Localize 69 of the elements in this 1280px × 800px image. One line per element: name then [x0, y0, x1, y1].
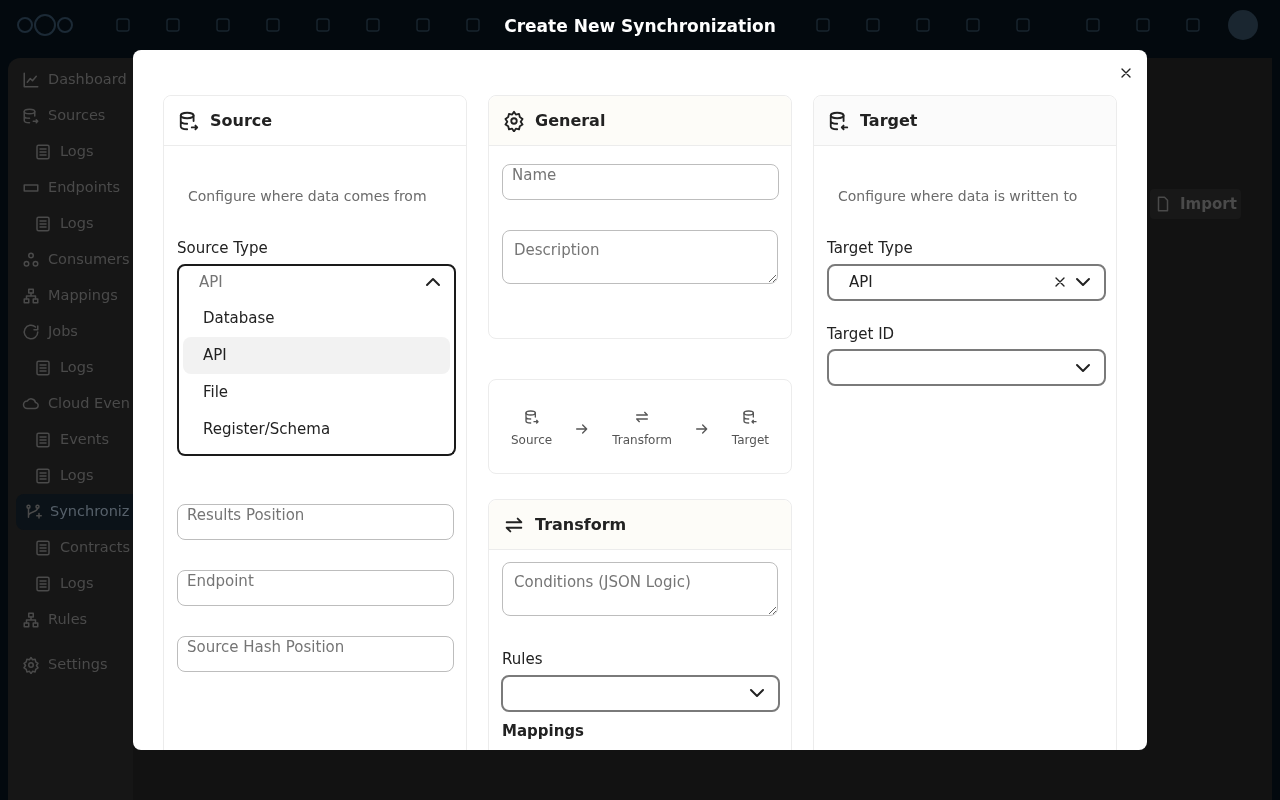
input-field[interactable]: Source Hash Position	[177, 635, 454, 672]
section-title: Mappings	[502, 720, 584, 742]
database-icon	[828, 109, 850, 132]
app-icon	[1084, 16, 1102, 34]
app-icon	[414, 16, 432, 34]
description-text: Configure where data comes from	[187, 187, 428, 206]
document-icon	[34, 215, 52, 233]
document-icon	[34, 143, 52, 161]
app-icon	[214, 16, 232, 34]
field-label: Rules	[502, 649, 544, 670]
app-icon	[1134, 16, 1152, 34]
app-icon	[464, 16, 482, 34]
app-icon	[114, 16, 132, 34]
database-icon	[523, 408, 540, 425]
dropdown-option[interactable]: Database	[183, 299, 450, 337]
nav-icon	[22, 251, 40, 269]
app-icon	[164, 16, 182, 34]
app-icon	[1014, 16, 1032, 34]
nav-icon	[22, 107, 40, 125]
document-icon	[34, 539, 52, 557]
card-title: Target	[860, 109, 918, 132]
app-icon	[864, 16, 882, 34]
app-icon	[1184, 16, 1202, 34]
nav-icon	[22, 611, 40, 629]
select-field[interactable]	[501, 674, 780, 712]
text-area[interactable]: Description	[502, 230, 778, 284]
nav-icon	[22, 71, 40, 89]
card-title: General	[535, 109, 606, 132]
document-icon	[34, 575, 52, 593]
input-field[interactable]: Endpoint	[177, 569, 454, 606]
app-icon	[264, 16, 282, 34]
field-label: Target Type	[827, 238, 914, 259]
database-icon	[178, 109, 200, 132]
nav-icon	[24, 503, 42, 521]
document-icon	[34, 467, 52, 485]
text-area[interactable]: Conditions (JSON Logic)	[502, 562, 778, 616]
field-label: Source Type	[177, 238, 269, 259]
card-title: Transform	[535, 513, 627, 536]
dropdown-option[interactable]: API	[183, 336, 450, 374]
step-label: Transform	[612, 431, 672, 449]
app-icon	[814, 16, 832, 34]
select-field[interactable]	[827, 349, 1106, 386]
gear-icon	[503, 109, 525, 132]
nav-icon	[22, 287, 40, 305]
dropdown-option[interactable]: File	[183, 373, 450, 411]
nav-icon	[22, 323, 40, 341]
chevron-down-icon	[1076, 278, 1090, 286]
sidebar-item[interactable]: Synchroniz	[16, 494, 133, 530]
document-icon	[34, 359, 52, 377]
app-icon	[964, 16, 982, 34]
dropdown-option[interactable]: Register/Schema	[183, 410, 450, 448]
app-icon	[314, 16, 332, 34]
nav-icon	[22, 656, 40, 674]
step-label: Target	[731, 431, 769, 449]
chevron-up-icon	[426, 278, 440, 286]
description-text: Configure where data is written to	[837, 187, 1079, 206]
app-icon	[914, 16, 932, 34]
document-icon	[34, 431, 52, 449]
field-label: Target ID	[827, 323, 896, 345]
app-icon	[364, 16, 382, 34]
database-icon	[742, 408, 759, 425]
select-field[interactable]: API	[827, 263, 1106, 301]
input-field[interactable]: Name	[502, 164, 779, 200]
chevron-down-icon	[750, 689, 764, 697]
card-title: Source	[210, 109, 273, 132]
step-label: Source	[511, 431, 553, 449]
chevron-down-icon	[1076, 363, 1090, 372]
dialog-title: Create New Synchronization	[504, 16, 776, 36]
input-field[interactable]: Results Position	[177, 503, 454, 540]
